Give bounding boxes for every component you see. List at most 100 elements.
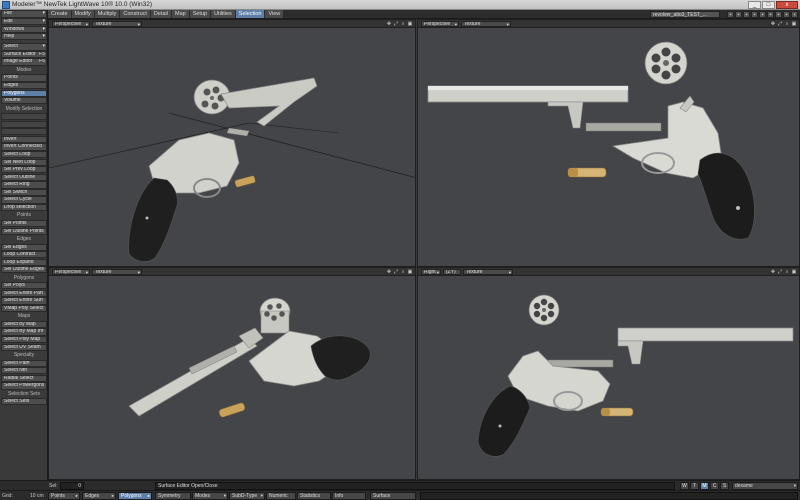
select-menu[interactable]: Select ▾ — [1, 43, 47, 51]
statistics-button[interactable]: Statistics — [297, 492, 331, 500]
symmetry-button[interactable]: Symmetry — [155, 492, 191, 500]
sidebar-item-select-outline[interactable]: Select Outline — [1, 173, 47, 181]
sidebar-item-points[interactable]: Points — [1, 74, 47, 82]
sidebar-item-select-path[interactable]: Select Path — [1, 359, 47, 367]
sidebar-item-select-by-map[interactable]: Select by Map — [1, 320, 47, 329]
zoom-view-icon[interactable]: ⌕ — [400, 21, 406, 27]
move-view-icon[interactable]: ✥ — [386, 269, 392, 275]
layer-icon-3[interactable]: ▪ — [743, 11, 750, 18]
render-mode-dropdown[interactable]: Texture ▾ — [461, 21, 511, 27]
current-object-dropdown[interactable]: revolver_alto3_TEST_... — [650, 11, 720, 18]
zoom-view-icon[interactable]: ⌕ — [400, 269, 406, 275]
view-type-dropdown[interactable]: Perspective ▾ — [52, 269, 90, 275]
move-view-icon[interactable]: ✥ — [770, 269, 776, 275]
tab-setup[interactable]: Setup — [189, 10, 211, 18]
layer-icon-4[interactable]: ▪ — [751, 11, 758, 18]
modes-dropdown[interactable]: Modes ▾ — [192, 492, 228, 500]
layer-icon-1[interactable]: ▪ — [727, 11, 734, 18]
sidebar-item-select-sets[interactable]: Select Sets — [1, 398, 47, 406]
sidebar-item-select-uv-seam[interactable]: Select UV Seam — [1, 343, 47, 351]
polygons-mode-button[interactable]: Polygons ▸ — [118, 492, 152, 500]
sidebar-item-invert[interactable]: Invert — [1, 135, 47, 144]
sidebar-item-vmap-poly-select[interactable]: VMap Poly Select — [1, 304, 47, 313]
tab-detail[interactable]: Detail — [150, 10, 171, 18]
rotate-view-icon[interactable]: ⤢ — [393, 21, 399, 27]
sidebar-item-select-entire-part[interactable]: Select Entire Part — [1, 289, 47, 297]
color-toggle[interactable]: C — [710, 482, 719, 490]
info-button[interactable]: Info — [332, 492, 366, 500]
sidebar-item-loop-contract[interactable]: Loop Contract — [1, 251, 47, 259]
sidebar-item-sel-outline-points[interactable]: Sel Outline Points — [1, 227, 47, 235]
sidebar-item-loop-expand[interactable]: Loop Expand — [1, 258, 47, 266]
maximize-view-icon[interactable]: ▣ — [791, 269, 797, 275]
tab-view[interactable]: View — [265, 10, 284, 18]
file-menu[interactable]: File ▾ — [1, 10, 47, 18]
layer-icon-2[interactable]: ▪ — [735, 11, 742, 18]
points-mode-button[interactable]: Points ▸ — [48, 492, 80, 500]
rotate-view-icon[interactable]: ⤢ — [393, 269, 399, 275]
smooth-toggle[interactable]: S — [720, 482, 729, 490]
sidebar-item-edges[interactable]: Edges — [1, 82, 47, 90]
viewport-top-left[interactable]: Perspective ▾ Texture ▾ ✥ ⤢ ⌕ ▣ — [48, 19, 416, 267]
minimize-button[interactable]: _ — [748, 1, 761, 9]
sidebar-item-sel-points[interactable]: Sel Points — [1, 220, 47, 228]
render-mode-dropdown[interactable]: Texture ▾ — [92, 21, 142, 27]
tab-modify[interactable]: Modify — [71, 10, 94, 18]
sidebar-item-select-poly-map[interactable]: Select Poly Map — [1, 336, 47, 344]
tab-construct[interactable]: Construct — [120, 10, 150, 18]
maximize-view-icon[interactable]: ▣ — [791, 21, 797, 27]
viewport-bottom-right[interactable]: Right ▾ (ZY) Texture ▾ ✥ ⤢ ⌕ ▣ — [417, 267, 800, 480]
maximize-view-icon[interactable]: ▣ — [407, 21, 413, 27]
close-button[interactable]: x — [776, 1, 798, 9]
axes-dropdown[interactable]: (ZY) — [443, 269, 461, 275]
material-toggle[interactable]: M — [700, 482, 709, 490]
view-type-dropdown[interactable]: Perspective ▾ — [52, 21, 90, 27]
numeric-button[interactable]: Numeric — [266, 492, 296, 500]
zoom-view-icon[interactable]: ⌕ — [784, 269, 790, 275]
sidebar-item-select-loop[interactable]: Select Loop — [1, 151, 47, 159]
sidebar-item-sel-edges[interactable]: Sel Edges — [1, 243, 47, 251]
sidebar-item-sel-polys[interactable]: Sel Polys — [1, 282, 47, 290]
surface-editor-button[interactable]: Surface Editor F5 — [1, 50, 47, 59]
sidebar-item-sel-outline-edges[interactable]: Sel Outline Edges — [1, 266, 47, 274]
surface-dropdown[interactable]: dexame ▾ — [732, 482, 798, 490]
layer-icon-5[interactable]: ▪ — [759, 11, 766, 18]
move-view-icon[interactable]: ✥ — [386, 21, 392, 27]
wireframe-toggle[interactable]: W — [680, 482, 689, 490]
view-type-dropdown[interactable]: Perspective ▾ — [421, 21, 459, 27]
zoom-view-icon[interactable]: ⌕ — [784, 21, 790, 27]
sidebar-item-sel-next-loop[interactable]: Sel Next Loop — [1, 158, 47, 166]
sidebar-item-select-ring[interactable]: Select Ring — [1, 181, 47, 189]
sidebar-item-sel-switch[interactable]: Sel Switch — [1, 188, 47, 197]
maximize-button[interactable]: □ — [762, 1, 775, 9]
windows-menu[interactable]: Windows ▾ — [1, 25, 47, 33]
viewport-top-right[interactable]: Perspective ▾ Texture ▾ ✥ ⤢ ⌕ ▣ — [417, 19, 800, 267]
sidebar-item-radial-select[interactable]: Radial Select — [1, 374, 47, 382]
tab-create[interactable]: Create — [48, 10, 71, 18]
sidebar-item-polygons[interactable]: Polygons — [1, 89, 47, 97]
move-view-icon[interactable]: ✥ — [770, 21, 776, 27]
help-menu[interactable]: Help ▾ — [1, 33, 47, 41]
edit-menu[interactable]: Edit ▾ — [1, 17, 47, 26]
layer-icon-8[interactable]: ▪ — [783, 11, 790, 18]
tab-selection[interactable]: Selection — [235, 10, 265, 18]
image-editor-button[interactable]: Image Editor F6 — [1, 58, 47, 66]
sidebar-item-invert-connected[interactable]: Invert Connected — [1, 143, 47, 151]
tab-utilities[interactable]: Utilities — [211, 10, 235, 18]
layer-icon-6[interactable]: ▪ — [767, 11, 774, 18]
render-mode-dropdown[interactable]: Texture ▾ — [463, 269, 513, 275]
layer-icon-9[interactable]: ▪ — [791, 11, 798, 18]
rotate-view-icon[interactable]: ⤢ — [777, 269, 783, 275]
sidebar-item-drop-selection[interactable]: Drop selection — [1, 204, 47, 212]
tab-multiply[interactable]: Multiply — [94, 10, 120, 18]
surface-button[interactable]: Surface — [370, 492, 416, 500]
sidebar-item-select-cycle[interactable]: Select Cycle — [1, 196, 47, 204]
layer-icon-7[interactable]: ▪ — [775, 11, 782, 18]
tab-map[interactable]: Map — [171, 10, 189, 18]
sidebar-item-select-nth[interactable]: Select Nth — [1, 367, 47, 375]
maximize-view-icon[interactable]: ▣ — [407, 269, 413, 275]
render-mode-dropdown[interactable]: Texture ▾ — [92, 269, 142, 275]
sidebar-item-volume[interactable]: Volume — [1, 97, 47, 105]
sidebar-item-select-by-map-inf[interactable]: Select By Map Inf — [1, 328, 47, 336]
subd-type-dropdown[interactable]: SubD-Type ▾ — [229, 492, 265, 500]
